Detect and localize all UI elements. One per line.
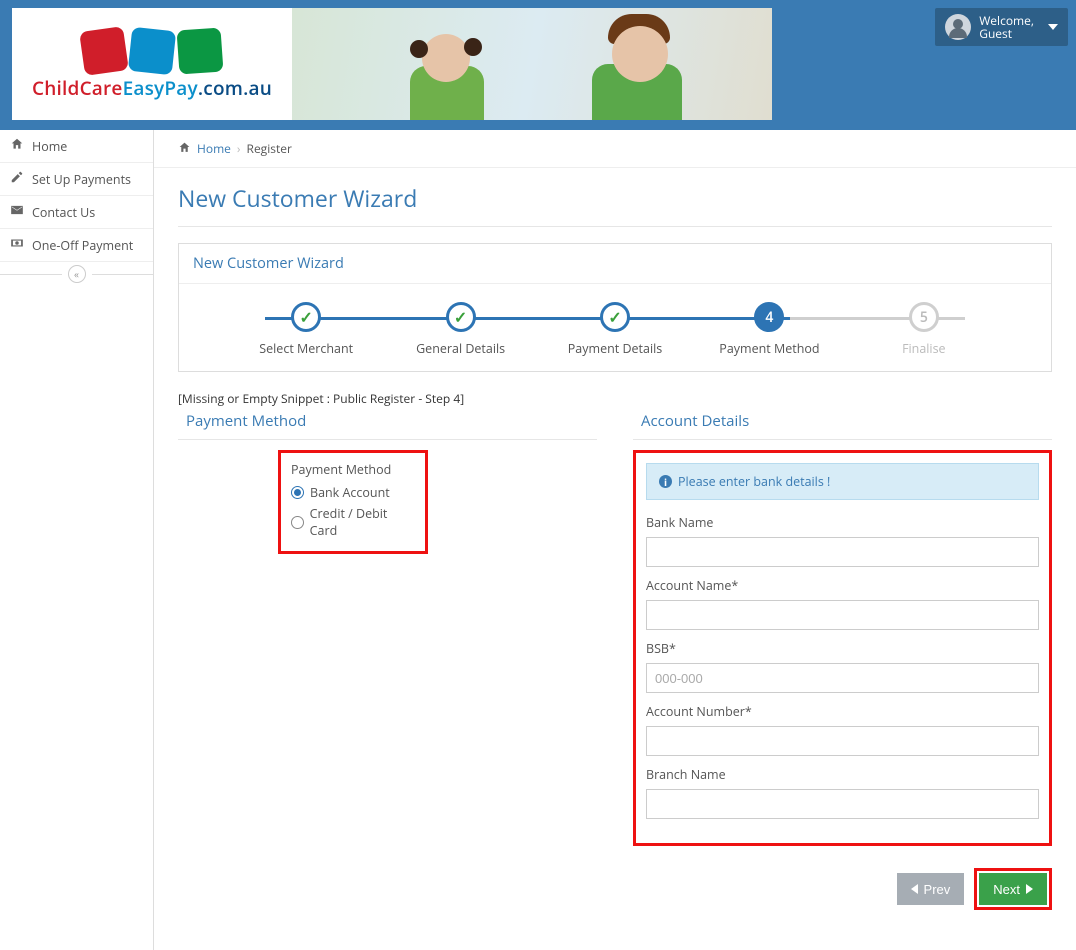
sidebar-item-label: One-Off Payment: [32, 237, 133, 254]
wizard-step-general-details: General Details: [383, 302, 537, 357]
radio-label: Bank Account: [310, 484, 390, 501]
step-number-icon: 5: [909, 302, 939, 332]
prev-button-label: Prev: [924, 882, 951, 897]
input-account-name[interactable]: [646, 600, 1039, 630]
info-icon: i: [659, 475, 672, 488]
radio-bank-account[interactable]: Bank Account: [291, 484, 415, 501]
top-banner: ChildCareEasyPay.com.au Welcome, Guest: [0, 0, 1076, 130]
section-heading: Account Details: [633, 411, 1052, 440]
account-details-highlight: i Please enter bank details ! Bank Name …: [633, 450, 1052, 846]
brand-text: ChildCareEasyPay.com.au: [32, 75, 272, 101]
payment-method-group-label: Payment Method: [291, 461, 415, 478]
step-number-icon: 4: [754, 302, 784, 332]
sidebar-collapse[interactable]: «: [0, 262, 153, 286]
section-heading: Payment Method: [178, 411, 597, 440]
radio-credit-debit-card[interactable]: Credit / Debit Card: [291, 505, 415, 539]
label-bsb: BSB*: [646, 640, 1039, 657]
breadcrumb-home[interactable]: Home: [197, 140, 231, 157]
label-account-name: Account Name*: [646, 577, 1039, 594]
next-button[interactable]: Next: [979, 873, 1047, 905]
account-details-section: Account Details i Please enter bank deta…: [633, 411, 1052, 846]
arrow-right-icon: [1026, 884, 1033, 894]
main-content: Home › Register New Customer Wizard New …: [154, 130, 1076, 950]
radio-icon: [291, 516, 304, 529]
wizard-step-select-merchant: Select Merchant: [229, 302, 383, 357]
chevron-left-icon: «: [68, 265, 86, 283]
sidebar-item-label: Contact Us: [32, 204, 95, 221]
avatar-icon: [945, 14, 971, 40]
user-menu-label: Welcome, Guest: [979, 14, 1034, 40]
wizard-steps: Select Merchant General Details Payment …: [179, 284, 1051, 371]
label-account-number: Account Number*: [646, 703, 1039, 720]
breadcrumb: Home › Register: [154, 130, 1076, 168]
step-check-icon: [600, 302, 630, 332]
breadcrumb-current: Register: [247, 140, 292, 157]
payment-method-section: Payment Method Payment Method Bank Accou…: [178, 411, 597, 846]
sidebar-item-home[interactable]: Home: [0, 130, 153, 163]
cash-icon: [10, 236, 24, 254]
sidebar-item-one-off-payment[interactable]: One-Off Payment: [0, 229, 153, 262]
input-bsb[interactable]: [646, 663, 1039, 693]
brand-banner: ChildCareEasyPay.com.au: [12, 8, 772, 120]
step-label: Payment Method: [692, 340, 846, 357]
next-button-highlight: Next: [974, 868, 1052, 910]
radio-icon: [291, 486, 304, 499]
wizard-step-payment-details: Payment Details: [538, 302, 692, 357]
brand-logo: ChildCareEasyPay.com.au: [12, 8, 292, 120]
sidebar-item-label: Set Up Payments: [32, 171, 131, 188]
prev-button[interactable]: Prev: [897, 873, 965, 905]
sidebar-item-setup-payments[interactable]: Set Up Payments: [0, 163, 153, 196]
sidebar-item-contact-us[interactable]: Contact Us: [0, 196, 153, 229]
input-branch-name[interactable]: [646, 789, 1039, 819]
sidebar: Home Set Up Payments Contact Us One-Off …: [0, 130, 154, 950]
radio-label: Credit / Debit Card: [310, 505, 415, 539]
user-menu[interactable]: Welcome, Guest: [935, 8, 1068, 46]
edit-icon: [10, 170, 24, 188]
step-label: Payment Details: [538, 340, 692, 357]
snippet-missing-message: [Missing or Empty Snippet : Public Regis…: [178, 390, 1052, 407]
step-check-icon: [446, 302, 476, 332]
step-label: Finalise: [847, 340, 1001, 357]
puzzle-icon: [80, 27, 224, 75]
wizard-step-finalise: 5 Finalise: [847, 302, 1001, 357]
wizard-buttons: Prev Next: [178, 868, 1052, 910]
arrow-left-icon: [911, 884, 918, 894]
banner-image: [292, 8, 772, 120]
input-bank-name[interactable]: [646, 537, 1039, 567]
input-account-number[interactable]: [646, 726, 1039, 756]
payment-method-highlight: Payment Method Bank Account Credit / Deb…: [278, 450, 428, 554]
wizard-panel: New Customer Wizard Select Merchant Gene…: [178, 243, 1052, 372]
alert-bank-details: i Please enter bank details !: [646, 463, 1039, 500]
step-check-icon: [291, 302, 321, 332]
wizard-panel-title: New Customer Wizard: [179, 244, 1051, 284]
home-icon: [178, 140, 191, 157]
divider: [178, 226, 1052, 227]
step-label: Select Merchant: [229, 340, 383, 357]
home-icon: [10, 137, 24, 155]
step-label: General Details: [383, 340, 537, 357]
chevron-down-icon: [1048, 24, 1058, 30]
label-branch-name: Branch Name: [646, 766, 1039, 783]
mail-icon: [10, 203, 24, 221]
alert-text: Please enter bank details !: [678, 473, 830, 490]
wizard-step-payment-method: 4 Payment Method: [692, 302, 846, 357]
sidebar-item-label: Home: [32, 138, 67, 155]
label-bank-name: Bank Name: [646, 514, 1039, 531]
page-title: New Customer Wizard: [154, 168, 1076, 226]
breadcrumb-separator: ›: [237, 140, 241, 157]
next-button-label: Next: [993, 882, 1020, 897]
